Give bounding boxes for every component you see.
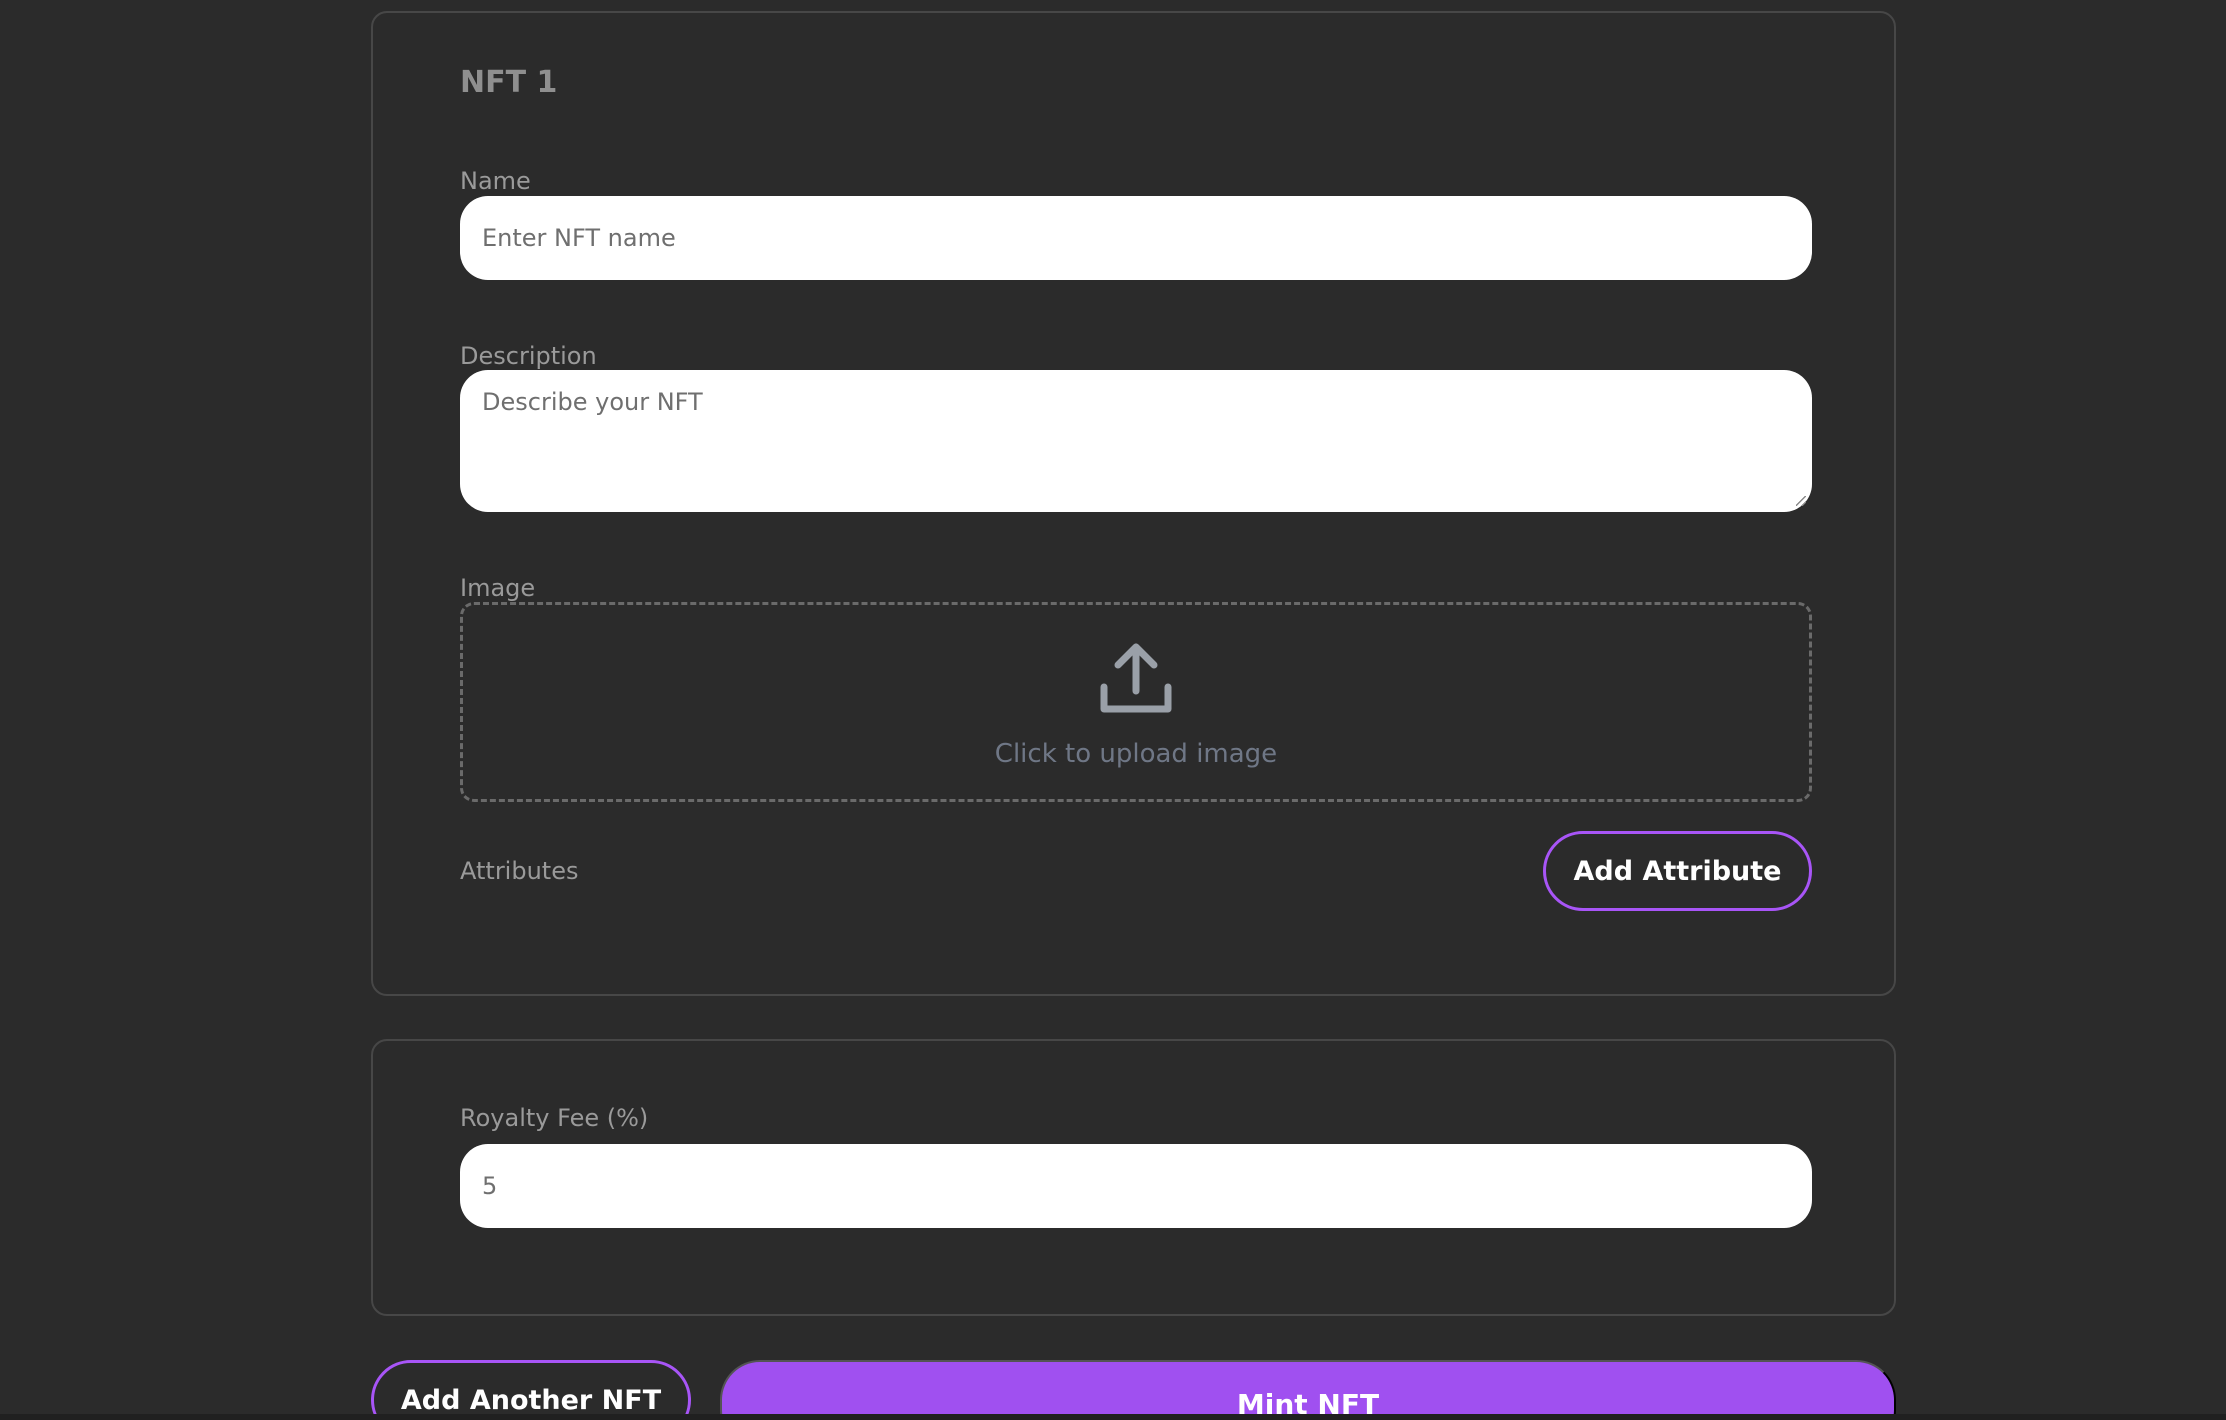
name-input[interactable]: Enter NFT name (460, 196, 1812, 280)
royalty-card: Royalty Fee (%) 5 (371, 1039, 1896, 1316)
nft-card: NFT 1 Name Enter NFT name Description De… (371, 11, 1896, 996)
nft-card-title: NFT 1 (460, 65, 558, 100)
mint-nft-button[interactable]: Mint NFT (720, 1360, 1896, 1420)
viewport-bottom-divider (0, 1414, 2226, 1420)
name-label: Name (460, 167, 531, 195)
add-attribute-button[interactable]: Add Attribute (1543, 831, 1812, 911)
royalty-fee-value: 5 (482, 1172, 498, 1200)
image-upload-dropzone[interactable]: Click to upload image (460, 602, 1812, 802)
name-input-placeholder: Enter NFT name (482, 224, 676, 252)
description-label: Description (460, 342, 597, 370)
attributes-label: Attributes (460, 857, 579, 885)
description-placeholder: Describe your NFT (482, 388, 703, 416)
image-label: Image (460, 574, 536, 602)
add-another-nft-button[interactable]: Add Another NFT (371, 1360, 691, 1420)
resize-grip-icon[interactable] (1796, 496, 1806, 506)
upload-text: Click to upload image (994, 739, 1278, 769)
upload-icon (1100, 643, 1172, 713)
description-textarea[interactable]: Describe your NFT (460, 370, 1812, 512)
page: NFT 1 Name Enter NFT name Description De… (0, 0, 2226, 1420)
royalty-fee-label: Royalty Fee (%) (460, 1104, 649, 1132)
royalty-fee-input[interactable]: 5 (460, 1144, 1812, 1228)
